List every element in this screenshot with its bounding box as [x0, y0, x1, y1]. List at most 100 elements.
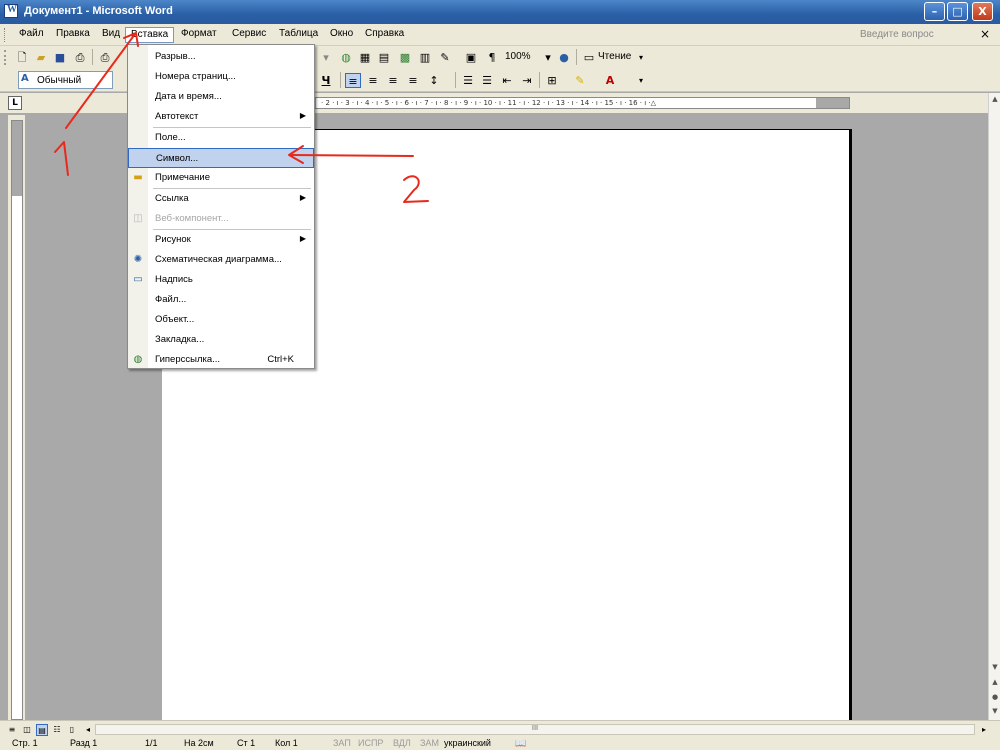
tables-borders-icon[interactable]: ▦ — [357, 50, 373, 65]
browse-object-icon[interactable]: ● — [990, 693, 1000, 703]
word-app-icon[interactable] — [4, 4, 18, 18]
web-view-icon[interactable]: ◫ — [21, 724, 33, 736]
status-column: Кол 1 — [275, 738, 298, 748]
menu-insert[interactable]: Вставка — [125, 27, 175, 43]
normal-view-icon[interactable]: ≡ — [6, 724, 18, 736]
zoom-box[interactable]: 100% — [505, 51, 531, 62]
insert-menu-item[interactable]: Символ... — [128, 148, 314, 168]
reading-mode-label[interactable]: Чтение — [598, 51, 631, 62]
menubar-grip[interactable] — [4, 28, 7, 42]
justify-icon[interactable]: ≡ — [405, 73, 421, 88]
status-page: Стр. 1 — [12, 738, 38, 748]
align-left-icon[interactable]: ≡ — [345, 73, 361, 88]
hyperlink-toolbar-icon[interactable]: ◍ — [338, 50, 354, 65]
borders-icon[interactable]: ⊞ — [544, 73, 560, 88]
permission-icon[interactable]: ⎙ — [72, 50, 88, 65]
show-formatting-icon[interactable]: ¶ — [484, 50, 500, 65]
menu-edit[interactable]: Правка — [51, 27, 95, 43]
vertical-ruler[interactable] — [8, 115, 26, 720]
toolbar-options-icon[interactable]: ▾ — [633, 50, 649, 65]
previous-page-icon[interactable]: ▲ — [990, 678, 1000, 688]
status-section: Разд 1 — [70, 738, 98, 748]
columns-icon[interactable]: ▥ — [417, 50, 433, 65]
insert-menu-item-label: Поле... — [155, 132, 186, 143]
open-folder-icon[interactable]: ▰ — [33, 50, 49, 65]
insert-menu-item[interactable]: ◍ Гиперссылка... Ctrl+K — [128, 350, 314, 370]
drawing-icon[interactable]: ✎ — [437, 50, 453, 65]
scroll-right-icon[interactable]: ▸ — [978, 724, 990, 736]
menu-window[interactable]: Окно — [325, 27, 358, 43]
insert-menu-item[interactable]: Объект... — [128, 310, 314, 330]
close-document-button[interactable]: × — [980, 27, 990, 41]
insert-menu-item-label: Объект... — [155, 314, 195, 325]
insert-menu-item[interactable]: Поле... — [128, 128, 314, 148]
horizontal-scroll-thumb[interactable]: III — [95, 724, 975, 735]
scroll-down-icon[interactable]: ▼ — [990, 663, 1000, 673]
insert-menu-item[interactable]: Номера страниц... — [128, 67, 314, 87]
reading-mode-icon[interactable]: ▭ — [581, 50, 597, 65]
menu-tools[interactable]: Сервис — [227, 27, 271, 43]
scroll-up-icon[interactable]: ▲ — [990, 95, 1000, 105]
insert-menu-item[interactable]: Рисунок ▶ — [128, 230, 314, 250]
increase-indent-icon[interactable]: ⇥ — [519, 73, 535, 88]
decrease-indent-icon[interactable]: ⇤ — [499, 73, 515, 88]
vertical-scrollbar[interactable]: ▲ ▼ ▲ ● ▼ — [988, 93, 1000, 720]
style-combobox[interactable]: A Обычный — [18, 71, 113, 89]
close-button[interactable]: X — [972, 2, 993, 21]
insert-menu-item-shortcut: Ctrl+K — [267, 354, 294, 365]
menu-format[interactable]: Формат — [176, 27, 222, 43]
status-overtype[interactable]: ЗАМ — [420, 738, 439, 748]
help-icon[interactable]: ● — [556, 50, 572, 65]
web-component-icon: ◫ — [133, 213, 143, 224]
numbering-icon[interactable]: ☰ — [460, 73, 476, 88]
next-page-icon[interactable]: ▼ — [990, 707, 1000, 717]
highlight-icon[interactable]: ✎ — [572, 73, 588, 88]
redo-dropdown-icon[interactable]: ▾ — [318, 50, 334, 65]
insert-menu-item[interactable]: Закладка... — [128, 330, 314, 350]
align-center-icon[interactable]: ≡ — [365, 73, 381, 88]
status-record[interactable]: ЗАП — [333, 738, 351, 748]
line-spacing-icon[interactable]: ↕ — [426, 73, 442, 88]
insert-table-icon[interactable]: ▤ — [376, 50, 392, 65]
menu-view[interactable]: Вид — [97, 27, 125, 43]
align-right-icon[interactable]: ≡ — [385, 73, 401, 88]
zoom-dropdown-icon[interactable]: ▾ — [540, 50, 556, 65]
new-document-icon[interactable]: 🗋 — [14, 50, 30, 65]
horizontal-scrollbar[interactable]: ≡ ◫ ▤ ☷ ▯ ◂ III ▸ — [0, 720, 1000, 737]
bullets-icon[interactable]: ☰ — [479, 73, 495, 88]
status-extend[interactable]: ВДЛ — [393, 738, 411, 748]
print-layout-icon[interactable]: ▤ — [36, 724, 48, 736]
toolbar-grip[interactable] — [4, 50, 7, 65]
scroll-left-icon[interactable]: ◂ — [82, 724, 94, 736]
tab-selector-icon[interactable]: L — [8, 96, 22, 110]
status-language: украинский — [444, 738, 491, 748]
status-track[interactable]: ИСПР — [358, 738, 383, 748]
status-pages: 1/1 — [145, 738, 158, 748]
menu-file[interactable]: Файл — [14, 27, 49, 43]
minimize-button[interactable]: – — [924, 2, 945, 21]
reading-view-icon[interactable]: ▯ — [66, 724, 78, 736]
menu-table[interactable]: Таблица — [274, 27, 323, 43]
insert-menu-item[interactable]: ▬ Примечание — [128, 168, 314, 188]
status-position: На 2см — [184, 738, 214, 748]
insert-menu-item[interactable]: Дата и время... — [128, 87, 314, 107]
maximize-button[interactable]: □ — [947, 2, 968, 21]
print-icon[interactable]: ⎙ — [97, 50, 113, 65]
menu-help[interactable]: Справка — [360, 27, 409, 43]
insert-menu-item[interactable]: Файл... — [128, 290, 314, 310]
insert-excel-icon[interactable]: ▩ — [397, 50, 413, 65]
outline-view-icon[interactable]: ☷ — [51, 724, 63, 736]
underline-icon[interactable]: Ч — [318, 73, 334, 88]
insert-menu-item[interactable]: ✺ Схематическая диаграмма... — [128, 250, 314, 270]
font-color-icon[interactable]: A — [602, 73, 618, 88]
insert-menu-item[interactable]: Автотекст ▶ — [128, 107, 314, 127]
document-map-icon[interactable]: ▣ — [463, 50, 479, 65]
save-icon[interactable]: ■ — [52, 50, 68, 65]
spelling-status-icon[interactable]: 📖 — [515, 738, 526, 749]
ask-question-box[interactable]: Введите вопрос — [860, 29, 934, 40]
style-icon: A — [21, 73, 29, 84]
insert-menu-item[interactable]: Ссылка ▶ — [128, 189, 314, 209]
insert-menu-item[interactable]: Разрыв... — [128, 47, 314, 67]
formatting-options-icon[interactable]: ▾ — [633, 73, 649, 88]
insert-menu-item[interactable]: ▭ Надпись — [128, 270, 314, 290]
